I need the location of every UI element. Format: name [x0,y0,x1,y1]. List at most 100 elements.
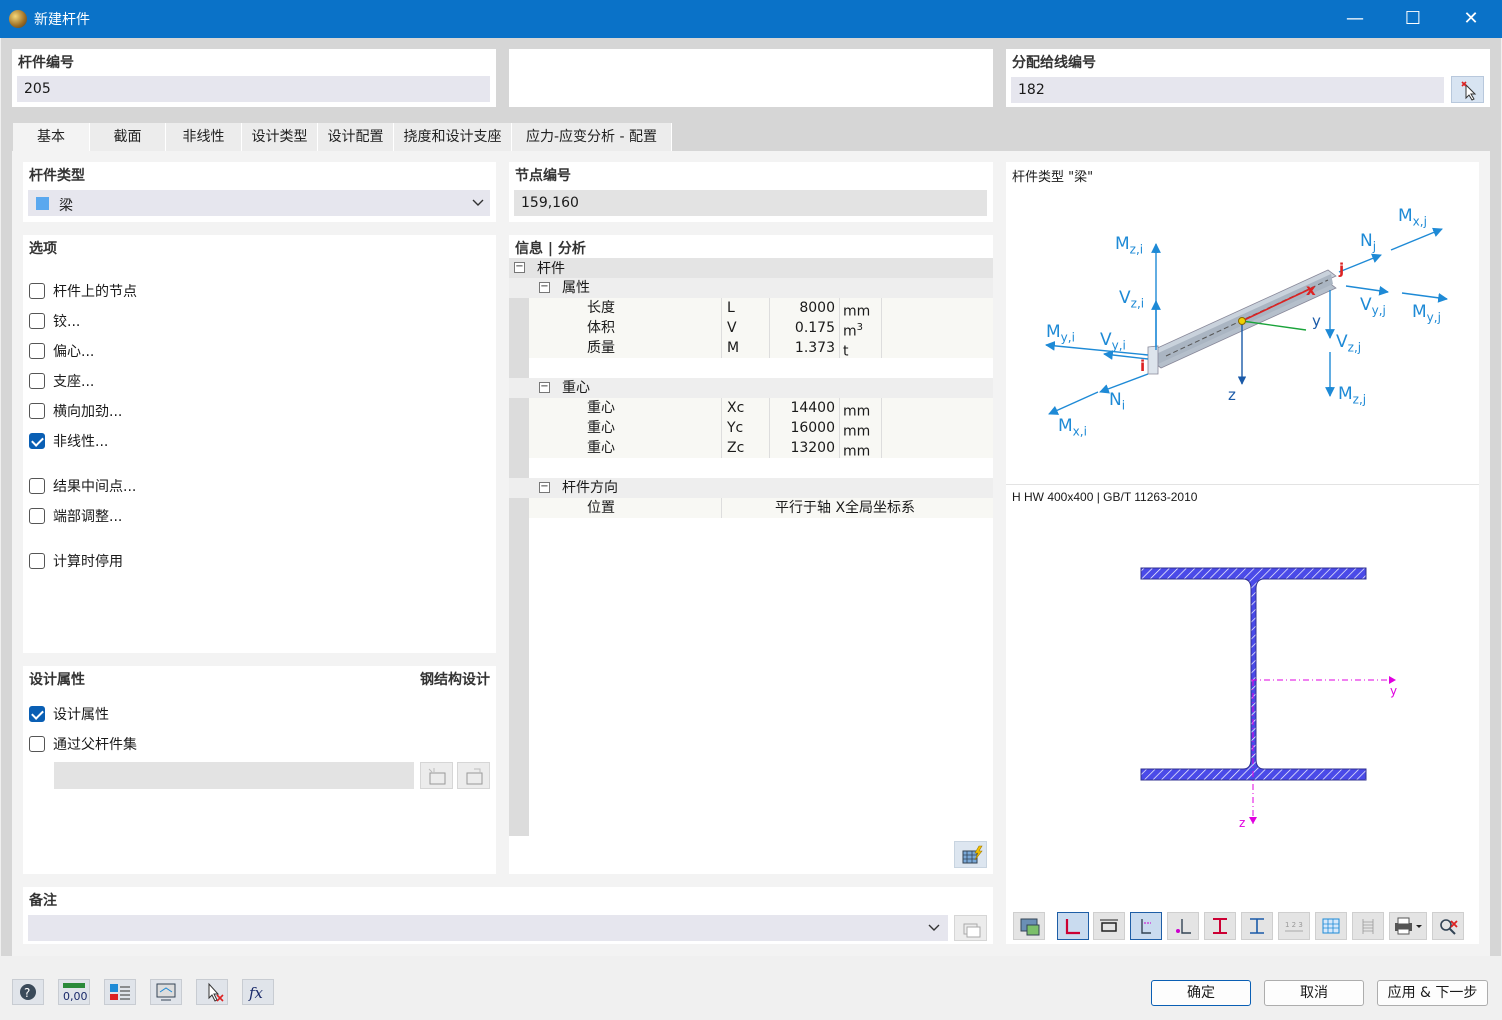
chevron-down-icon [928,924,940,931]
tree-row[interactable]: 长度 L 8000 mm [529,298,993,320]
label-mxj: Mx,j [1398,206,1427,229]
stiffeners-checkbox[interactable] [29,403,45,419]
notes-input[interactable] [28,915,948,941]
dialog-body: 杆件编号 205 分配给线编号 182 基本 截面 非线性 设计类型 设计配置 … [1,38,1501,956]
tree-row[interactable]: 位置 平行于轴 X全局坐标系 [529,498,993,518]
hinges-checkbox[interactable] [29,313,45,329]
collapse-icon[interactable]: − [539,482,550,493]
line-number-label: 分配给线编号 [1012,55,1096,71]
col-divider [721,298,722,318]
pick-line-button[interactable] [1451,76,1484,103]
monitor-icon [1020,918,1040,936]
minimize-button[interactable]: — [1326,0,1384,38]
row-symbol: L [727,300,735,316]
formula-button[interactable]: fx [242,979,274,1005]
line-number-input[interactable]: 182 [1011,77,1444,103]
stress-points-button[interactable] [1167,912,1199,940]
numbering-button[interactable]: 1 2 3 [1278,912,1310,940]
tree-row[interactable]: 重心 Xc 14400 mm [529,398,993,420]
member-number-label: 杆件编号 [18,55,74,71]
design-properties-checkbox[interactable] [29,706,45,722]
parent-set-input[interactable] [54,762,414,789]
parent-set-option-label: 通过父杆件集 [53,737,137,753]
supports-checkbox[interactable] [29,373,45,389]
info-button[interactable] [104,979,136,1005]
beam-color-swatch [36,197,49,210]
notes-library-button[interactable] [954,915,987,941]
design-properties-panel: 设计属性 钢结构设计 设计属性 通过父杆件集 [23,666,496,874]
tab-basic[interactable]: 基本 [13,123,90,151]
eccentricity-checkbox[interactable] [29,343,45,359]
ok-button[interactable]: 确定 [1151,980,1251,1006]
axes-button[interactable] [1130,912,1162,940]
table-export-button[interactable] [954,841,987,868]
maximize-button[interactable]: ☐ [1384,0,1442,38]
member-type-select[interactable]: 梁 [28,190,490,216]
close-button[interactable]: ✕ [1442,0,1500,38]
new-set-button[interactable] [420,762,453,789]
member-type-value: 梁 [59,198,73,214]
numbering-icon: 1 2 3 [1285,921,1303,932]
zoom-reset-icon [1440,919,1458,935]
parent-set-checkbox[interactable] [29,736,45,752]
end-modifications-checkbox[interactable] [29,508,45,524]
nodes-on-member-checkbox[interactable] [29,283,45,299]
collapse-icon[interactable]: − [514,262,525,273]
tree-row[interactable]: 质量 M 1.373 t [529,338,993,360]
show-section-button[interactable] [1057,912,1089,940]
tree-group-centroid[interactable]: − 重心 [509,378,993,398]
tab-design-type[interactable]: 设计类型 [242,123,318,151]
tree-group-member-direction[interactable]: − 杆件方向 [509,478,993,498]
row-value: 16000 [790,420,835,436]
view-button[interactable] [150,979,182,1005]
tab-stress-strain[interactable]: 应力-应变分析 - 配置 [512,123,672,151]
collapse-icon[interactable]: − [539,382,550,393]
tab-section[interactable]: 截面 [90,123,166,151]
tab-nonlinear[interactable]: 非线性 [166,123,242,151]
row-name: 质量 [587,340,615,356]
nonlinearity-checkbox[interactable] [29,433,45,449]
dimensions-button[interactable] [1093,912,1125,940]
units-button[interactable]: 0,00 [58,979,90,1005]
i-section-button[interactable] [1204,912,1236,940]
label-axis-y: y [1312,312,1321,330]
tree-group-properties[interactable]: − 属性 [509,278,993,298]
tree-root-row[interactable]: − 杆件 [509,258,993,278]
view-settings-button[interactable] [1013,912,1045,940]
result-points-checkbox[interactable] [29,478,45,494]
row-name: 长度 [587,300,615,316]
grid-button[interactable] [1315,912,1347,940]
tree-row[interactable]: 体积 V 0.175 m3 [529,318,993,340]
tree-row[interactable]: 重心 Yc 16000 mm [529,418,993,440]
svg-text:0,00: 0,00 [63,990,88,1003]
col-divider [721,418,722,438]
row-value: 8000 [799,300,835,316]
member-number-input[interactable]: 205 [17,76,490,102]
tree-row[interactable]: 重心 Zc 13200 mm [529,438,993,460]
help-button[interactable]: ? [12,979,44,1005]
printer-icon [1395,917,1422,935]
deactivate-checkbox[interactable] [29,553,45,569]
tab-design-config[interactable]: 设计配置 [318,123,394,151]
reset-view-button[interactable] [1432,912,1464,940]
col-divider [881,338,882,358]
col-divider [769,438,770,458]
row-symbol: Zc [727,440,745,456]
cancel-button[interactable]: 取消 [1264,980,1364,1006]
row-name: 重心 [587,440,615,456]
collapse-icon[interactable]: − [539,282,550,293]
table-view-button[interactable] [1352,912,1384,940]
col-divider [721,438,722,458]
title-bar: 新建杆件 — ☐ ✕ [0,0,1502,38]
row-name: 重心 [587,400,615,416]
copy-icon [963,923,981,938]
edit-set-button[interactable] [457,762,490,789]
i-section-outline-button[interactable] [1241,912,1273,940]
tab-deflection[interactable]: 挠度和设计支座 [394,123,512,151]
nodes-input[interactable]: 159,160 [514,190,987,216]
fx-icon: fx [248,984,264,1002]
print-button[interactable] [1389,912,1427,940]
svg-text:fx: fx [248,984,264,1002]
apply-next-button[interactable]: 应用 & 下一步 [1377,980,1488,1006]
select-button[interactable] [196,979,228,1005]
